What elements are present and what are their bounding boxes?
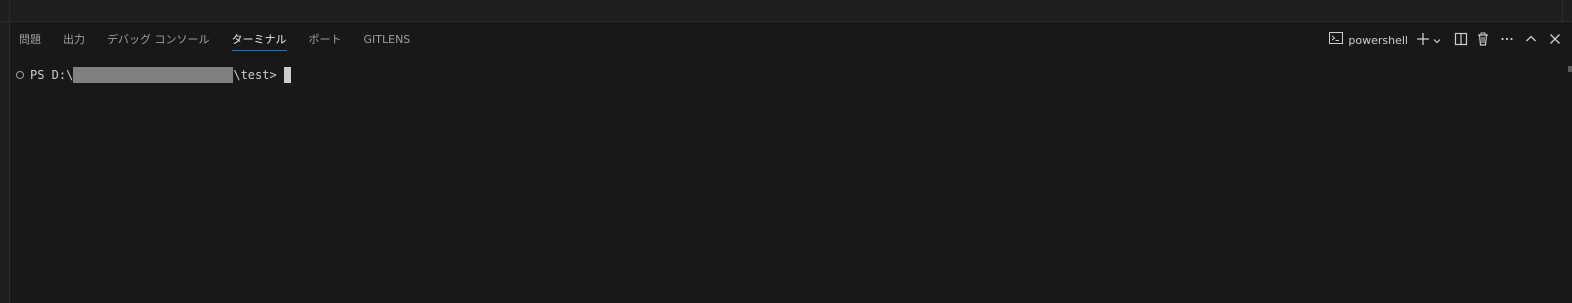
plus-icon [1416, 31, 1430, 50]
close-icon [1548, 31, 1562, 50]
kill-terminal-button[interactable] [1476, 31, 1490, 50]
divider [1562, 0, 1563, 21]
chevron-down-icon [1432, 31, 1442, 50]
terminal-output[interactable]: PS D:\ \test> [16, 66, 291, 83]
more-actions-button[interactable] [1500, 31, 1514, 50]
tab-gitlens[interactable]: GITLENS [364, 22, 411, 58]
more-icon [1500, 31, 1514, 50]
command-decoration-icon [16, 70, 24, 79]
close-panel-button[interactable] [1548, 31, 1562, 50]
shell-name: powershell [1348, 33, 1408, 47]
divider [9, 0, 10, 21]
split-terminal-button[interactable] [1454, 31, 1468, 50]
tab-problems[interactable]: 問題 [19, 22, 41, 58]
panel-tabs: 問題 出力 デバッグ コンソール ターミナル ポート GITLENS [19, 22, 432, 58]
prompt-prefix: PS D:\ [30, 67, 74, 82]
prompt-suffix: \test> [233, 67, 277, 82]
split-icon [1454, 31, 1468, 50]
chevron-up-icon [1524, 31, 1538, 50]
tab-ports[interactable]: ポート [309, 22, 342, 58]
terminal-panel [0, 22, 1572, 303]
terminal-icon [1328, 30, 1344, 50]
terminal-scrollbar[interactable] [1568, 66, 1572, 72]
tab-output[interactable]: 出力 [63, 22, 85, 58]
editor-area-strip [0, 0, 1572, 22]
activity-bar-edge [0, 22, 10, 303]
tab-terminal[interactable]: ターミナル [231, 22, 287, 58]
panel-actions: powershell [1320, 22, 1562, 58]
redacted-path [73, 66, 234, 83]
terminal-selector[interactable]: powershell [1328, 30, 1408, 50]
new-terminal-button[interactable] [1416, 31, 1442, 50]
maximize-panel-button[interactable] [1524, 31, 1538, 50]
tab-debug-console[interactable]: デバッグ コンソール [107, 22, 210, 58]
terminal-cursor [283, 66, 291, 83]
trash-icon [1476, 31, 1490, 50]
